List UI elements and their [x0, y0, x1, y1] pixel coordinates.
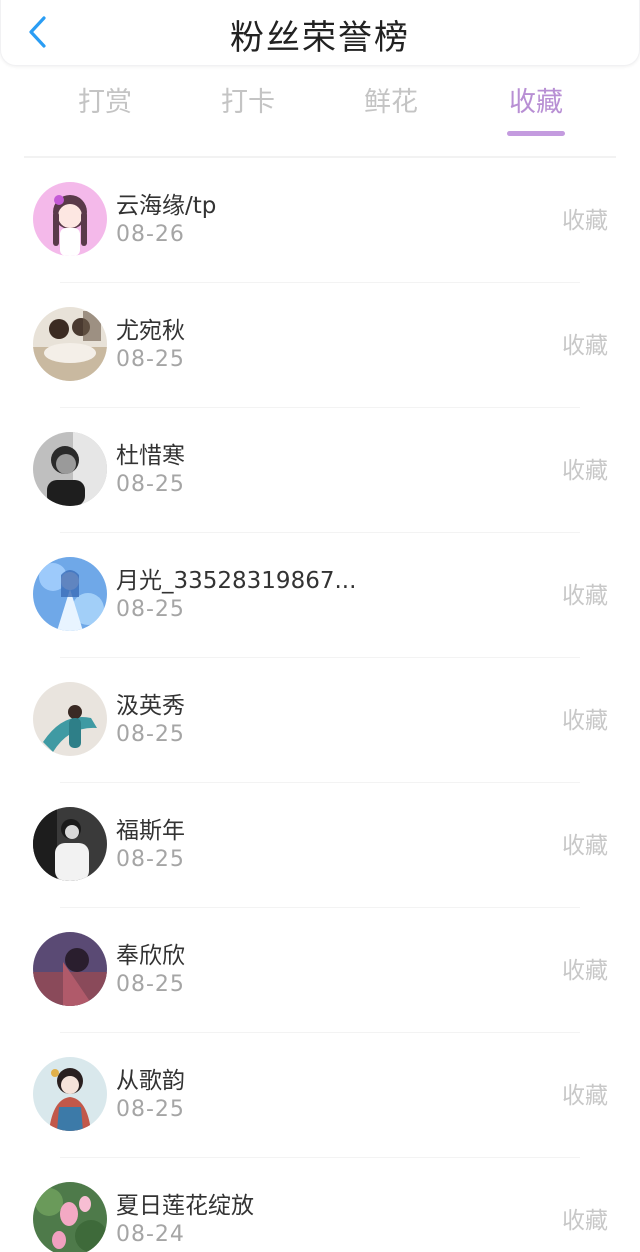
avatar[interactable] — [33, 807, 107, 881]
tab-label: 收藏 — [509, 87, 563, 118]
avatar[interactable] — [33, 932, 107, 1006]
avatar-image — [33, 557, 107, 631]
list-item[interactable]: 杜惜寒 08-25 收藏 — [0, 408, 640, 533]
tab-checkin[interactable]: 打卡 — [193, 78, 303, 138]
avatar[interactable] — [33, 182, 107, 256]
list-item[interactable]: 夏日莲花绽放 08-24 收藏 — [0, 1158, 640, 1252]
user-name: 夏日莲花绽放 — [116, 1193, 254, 1219]
date-label: 08-25 — [116, 972, 185, 997]
list-item[interactable]: 从歌韵 08-25 收藏 — [0, 1033, 640, 1158]
user-name: 汲英秀 — [116, 693, 185, 719]
avatar[interactable] — [33, 1182, 107, 1252]
avatar-image — [33, 307, 107, 381]
date-label: 08-25 — [116, 722, 185, 747]
date-label: 08-24 — [116, 1222, 185, 1247]
tab-label: 打卡 — [221, 87, 275, 118]
avatar[interactable] — [33, 432, 107, 506]
date-label: 08-25 — [116, 847, 185, 872]
avatar[interactable] — [33, 307, 107, 381]
list-item[interactable]: 云海缘/tp 08-26 收藏 — [0, 158, 640, 283]
user-name: 杜惜寒 — [116, 443, 185, 469]
action-label: 收藏 — [562, 583, 608, 609]
user-name: 云海缘/tp — [116, 193, 217, 219]
avatar-image — [33, 932, 107, 1006]
list-item[interactable]: 福斯年 08-25 收藏 — [0, 783, 640, 908]
avatar-image — [33, 182, 107, 256]
avatar-image — [33, 1057, 107, 1131]
action-label: 收藏 — [562, 833, 608, 859]
avatar[interactable] — [33, 682, 107, 756]
active-tab-indicator — [507, 131, 565, 136]
user-name: 从歌韵 — [116, 1068, 185, 1094]
list-item[interactable]: 尤宛秋 08-25 收藏 — [0, 283, 640, 408]
list-item[interactable]: 奉欣欣 08-25 收藏 — [0, 908, 640, 1033]
list-item[interactable]: 月光_33528319867... 08-25 收藏 — [0, 533, 640, 658]
list-item[interactable]: 汲英秀 08-25 收藏 — [0, 658, 640, 783]
user-name: 月光_33528319867... — [116, 568, 357, 594]
avatar[interactable] — [33, 1057, 107, 1131]
fan-list: 云海缘/tp 08-26 收藏 尤宛秋 08-25 收藏 杜惜寒 08-25 收… — [0, 158, 640, 1252]
tab-reward[interactable]: 打赏 — [50, 78, 160, 138]
date-label: 08-25 — [116, 1097, 185, 1122]
page-title: 粉丝荣誉榜 — [230, 18, 410, 58]
user-name: 福斯年 — [116, 818, 185, 844]
date-label: 08-25 — [116, 347, 185, 372]
tab-bar: 打赏 打卡 鲜花 收藏 — [0, 78, 640, 148]
tab-flowers[interactable]: 鲜花 — [336, 78, 446, 138]
action-label: 收藏 — [562, 208, 608, 234]
date-label: 08-25 — [116, 472, 185, 497]
avatar-image — [33, 682, 107, 756]
action-label: 收藏 — [562, 333, 608, 359]
action-label: 收藏 — [562, 708, 608, 734]
tab-label: 打赏 — [78, 87, 132, 118]
avatar-image — [33, 1182, 107, 1252]
header-bar: 粉丝荣誉榜 — [0, 0, 640, 66]
avatar-image — [33, 807, 107, 881]
action-label: 收藏 — [562, 958, 608, 984]
date-label: 08-26 — [116, 222, 185, 247]
fan-honor-page: 粉丝荣誉榜 打赏 打卡 鲜花 收藏 云海缘/tp 08-26 收藏 尤宛秋 08… — [0, 0, 640, 1252]
user-name: 尤宛秋 — [116, 318, 185, 344]
avatar-image — [33, 432, 107, 506]
tab-favorites[interactable]: 收藏 — [481, 78, 591, 138]
action-label: 收藏 — [562, 1083, 608, 1109]
avatar[interactable] — [33, 557, 107, 631]
user-name: 奉欣欣 — [116, 943, 185, 969]
date-label: 08-25 — [116, 597, 185, 622]
action-label: 收藏 — [562, 458, 608, 484]
tab-label: 鲜花 — [364, 87, 418, 118]
action-label: 收藏 — [562, 1208, 608, 1234]
